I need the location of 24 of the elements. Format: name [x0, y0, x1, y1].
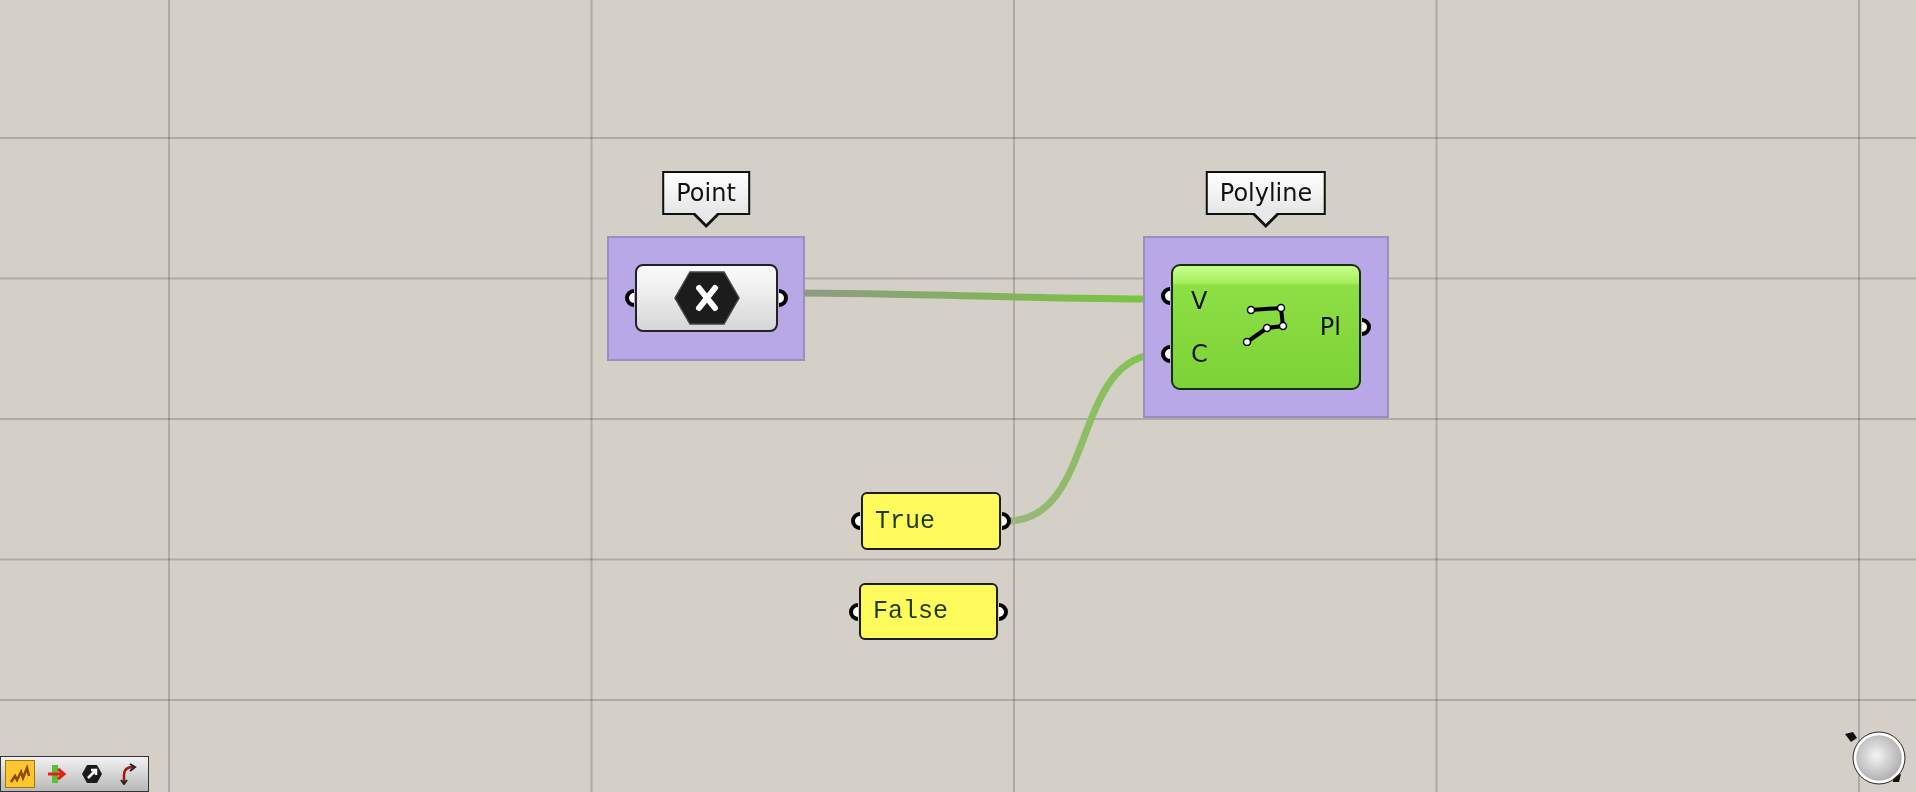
- output-grip[interactable]: [998, 603, 1008, 620]
- input-grip[interactable]: [851, 513, 861, 529]
- output-label: Pl: [1319, 313, 1341, 341]
- input-label: C: [1191, 339, 1208, 368]
- polyline-component[interactable]: V C Pl: [1171, 264, 1361, 390]
- node-label: Point: [662, 171, 750, 228]
- output-grip[interactable]: [778, 290, 788, 306]
- navigation-widget[interactable]: [1843, 728, 1909, 786]
- canvas[interactable]: Point Polyline V C Pl True False: [0, 0, 1916, 792]
- curved-arrow-icon: [118, 763, 138, 785]
- input-label: V: [1191, 286, 1208, 315]
- input-grip[interactable]: [1161, 346, 1171, 362]
- input-grip[interactable]: [625, 290, 635, 306]
- input-grip[interactable]: [1161, 288, 1171, 304]
- boolean-panel[interactable]: True: [861, 492, 1001, 550]
- output-grip[interactable]: [1361, 319, 1371, 335]
- input-grip[interactable]: [849, 603, 859, 620]
- hexagon-x-icon: [672, 270, 741, 326]
- point-parameter[interactable]: [635, 264, 778, 332]
- sketch-icon: [9, 764, 31, 784]
- node-label: Polyline: [1205, 171, 1327, 228]
- boolean-panel[interactable]: False: [859, 583, 998, 640]
- output-grip[interactable]: [1001, 513, 1011, 529]
- hexagon-arrow-icon: [81, 764, 103, 784]
